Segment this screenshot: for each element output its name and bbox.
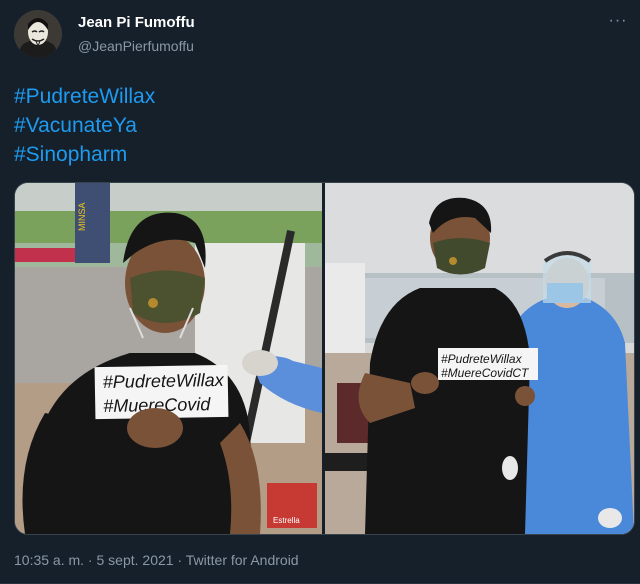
masked-face-icon — [14, 10, 62, 58]
sign-line: #PudreteWillax — [103, 370, 225, 392]
author-display-name[interactable]: Jean Pi Fumoffu — [78, 14, 195, 31]
meta-separator: · — [173, 552, 186, 568]
tweet-card: Jean Pi Fumoffu @JeanPierfumoffu ··· #Pu… — [0, 0, 640, 584]
avatar[interactable] — [14, 10, 62, 58]
sign-line: #PudreteWillax — [441, 352, 523, 366]
meta-separator: · — [84, 552, 97, 568]
media-grid: MINSA Estrella #PudreteWillax #MuereCovi… — [14, 182, 635, 535]
more-options-icon[interactable]: ··· — [604, 10, 632, 32]
hashtag-link[interactable]: #VacunateYa — [14, 111, 155, 140]
banner-text: MINSA — [77, 202, 87, 231]
hashtag-link[interactable]: #Sinopharm — [14, 140, 155, 169]
tweet-date[interactable]: 5 sept. 2021 — [97, 552, 174, 568]
photo-right[interactable]: #PudreteWillax #MuereCovidCT — [325, 183, 634, 534]
tweet-time[interactable]: 10:35 a. m. — [14, 552, 84, 568]
sign-line: #MuereCovidCT — [441, 366, 530, 380]
hashtag-link[interactable]: #PudreteWillax — [14, 82, 155, 111]
photo-left[interactable]: MINSA Estrella #PudreteWillax #MuereCovi… — [15, 183, 322, 534]
author-handle[interactable]: @JeanPierfumoffu — [78, 38, 194, 54]
tweet-source[interactable]: Twitter for Android — [186, 552, 299, 568]
tweet-text: #PudreteWillax #VacunateYa #Sinopharm — [14, 82, 155, 169]
tweet-meta: 10:35 a. m. · 5 sept. 2021 · Twitter for… — [14, 552, 299, 568]
box-label: Estrella — [273, 516, 300, 525]
